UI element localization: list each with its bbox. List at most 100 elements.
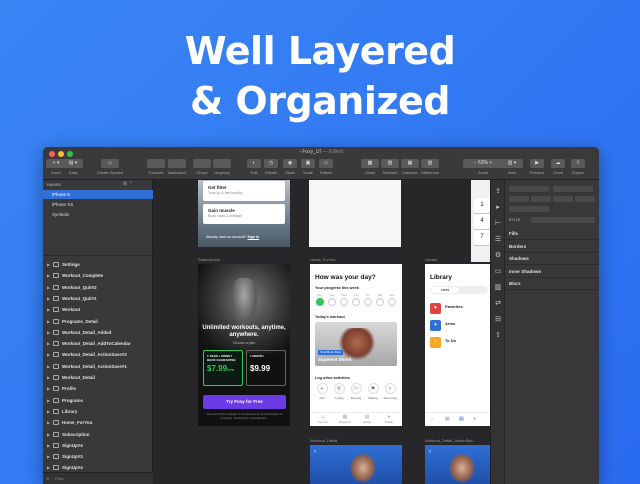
- zoom-control[interactable]: − 63% +: [463, 159, 503, 168]
- disclosure-icon[interactable]: ▶: [47, 361, 50, 372]
- layout-icon[interactable]: ▥: [494, 284, 502, 292]
- inspector-row[interactable]: Borders: [505, 241, 599, 253]
- ungroup-button[interactable]: [213, 159, 231, 168]
- filter-input[interactable]: Filter: [55, 476, 64, 481]
- artboard-blank[interactable]: [309, 180, 401, 247]
- filter-bar[interactable]: ⊜ Filter: [43, 472, 153, 484]
- disclosure-icon[interactable]: ▶: [47, 349, 50, 360]
- export-button[interactable]: ⇧: [571, 159, 585, 168]
- artboard-subscription[interactable]: Unlimited workouts, anytime, anywhere. C…: [198, 264, 290, 426]
- layer-item[interactable]: ▶ Workout_Detail_ActionSave#1: [43, 361, 153, 372]
- disclosure-icon[interactable]: ▶: [47, 259, 50, 270]
- add-page-icon[interactable]: ⊞ ⌃: [123, 181, 133, 187]
- cloud-button[interactable]: ☁: [551, 159, 565, 168]
- scale-button[interactable]: ▣: [301, 159, 315, 168]
- mask-button[interactable]: ◉: [283, 159, 297, 168]
- disclosure-icon[interactable]: ▶: [47, 395, 50, 406]
- backward-button[interactable]: [168, 159, 186, 168]
- back-icon[interactable]: ‹: [429, 449, 431, 455]
- library-segment[interactable]: LISTS: [430, 286, 488, 294]
- tab-library-icon[interactable]: ▤: [459, 416, 464, 422]
- layer-item[interactable]: ▶ Programs: [43, 395, 153, 406]
- flatten-button[interactable]: ▭: [319, 159, 333, 168]
- width-field[interactable]: [553, 196, 573, 202]
- disclosure-icon[interactable]: ▶: [47, 293, 50, 304]
- create-symbol-button[interactable]: ◇: [101, 159, 119, 168]
- export-panel-icon[interactable]: ⇪: [494, 188, 502, 196]
- tab-programs-icon[interactable]: ▦: [445, 416, 450, 422]
- activity-item[interactable]: ⚑ Walking: [366, 383, 380, 405]
- option-gain-muscle[interactable]: Gain muscle Build mass & strength: [203, 204, 285, 224]
- artboard-workout-detail[interactable]: ‹: [310, 445, 402, 484]
- layer-item[interactable]: ▶ Workout_Quit#1: [43, 293, 153, 304]
- disclosure-icon[interactable]: ▶: [47, 406, 50, 417]
- disclosure-icon[interactable]: ▶: [47, 270, 50, 281]
- layer-item[interactable]: ▶ Subscription: [43, 429, 153, 440]
- layer-item[interactable]: ▶ Programs_Detail: [43, 316, 153, 327]
- layer-item[interactable]: ▶ Workout_Detail_ActionSave#2: [43, 349, 153, 360]
- plan-monthly[interactable]: 1 MONTH $9.99: [246, 350, 286, 386]
- artboard-home-foryou[interactable]: How was your day? Your progress this wee…: [310, 264, 402, 426]
- rotation-field[interactable]: [509, 206, 549, 212]
- label-subscription[interactable]: Subscription: [198, 257, 220, 262]
- activity-item[interactable]: ≈ Swimming: [383, 383, 397, 405]
- disclosure-icon[interactable]: ▶: [47, 316, 50, 327]
- disclosure-icon[interactable]: ▶: [47, 451, 50, 462]
- artboard-keypad-panel[interactable]: 1234567890⌫: [471, 180, 490, 262]
- page-item[interactable]: iPhone 8: [43, 190, 153, 199]
- keypad-key[interactable]: 7: [474, 230, 490, 245]
- forward-button[interactable]: [147, 159, 165, 168]
- canvas[interactable]: Get fitter Tone up & feel healthy Gain m…: [153, 180, 490, 484]
- disclosure-icon[interactable]: ▶: [47, 417, 50, 428]
- library-item[interactable]: ✓ To Do: [430, 336, 488, 350]
- tab-for-you-icon[interactable]: ⌂: [431, 416, 434, 422]
- union-button[interactable]: ▩: [361, 159, 379, 168]
- subtract-button[interactable]: ▨: [381, 159, 399, 168]
- label-workout-detail-action[interactable]: Workout_Detail_ActionSav...: [425, 438, 476, 443]
- library-item[interactable]: ✦ Arms: [430, 319, 488, 333]
- layer-item[interactable]: ▶ Home_ForYou: [43, 417, 153, 428]
- layer-item[interactable]: ▶ SignUp#3: [43, 451, 153, 462]
- keypad-key[interactable]: 1: [474, 198, 490, 213]
- tab-profile-icon[interactable]: ●: [473, 416, 476, 422]
- flip-icon[interactable]: ⇄: [494, 300, 502, 308]
- artboard-signup[interactable]: Get fitter Tone up & feel healthy Gain m…: [198, 180, 290, 247]
- inspector-row[interactable]: Shadows: [505, 253, 599, 265]
- disclosure-icon[interactable]: ▶: [47, 383, 50, 394]
- boolean-icon[interactable]: ⊟: [494, 316, 502, 324]
- artboard-workout-detail-action[interactable]: ‹: [425, 445, 490, 484]
- segment-lists[interactable]: LISTS: [431, 287, 459, 293]
- workout-card[interactable]: Total Body Burn Superset Shred: [315, 322, 397, 366]
- x-field[interactable]: [509, 196, 529, 202]
- align-icon[interactable]: ⊢: [494, 220, 502, 228]
- preview-button[interactable]: ▶: [530, 159, 544, 168]
- activity-item[interactable]: ⚲ Cycling: [332, 383, 346, 405]
- group-button[interactable]: [193, 159, 211, 168]
- share-icon[interactable]: ⇧: [494, 332, 502, 340]
- layer-item[interactable]: ▶ Workout_Quit#2: [43, 282, 153, 293]
- style-select[interactable]: [531, 217, 595, 223]
- prototype-icon[interactable]: ▸: [494, 204, 502, 212]
- activity-item[interactable]: ⚐ Running: [349, 383, 363, 405]
- page-item[interactable]: Symbols: [43, 210, 153, 219]
- label-library[interactable]: Library: [425, 257, 437, 262]
- disclosure-icon[interactable]: ▶: [47, 372, 50, 383]
- distribute-field[interactable]: [553, 186, 593, 192]
- back-icon[interactable]: ‹: [314, 449, 316, 455]
- inspector-row[interactable]: Inner Shadows: [505, 266, 599, 278]
- layer-item[interactable]: ▶ Library: [43, 406, 153, 417]
- inspector-row[interactable]: Fills: [505, 228, 599, 240]
- signin-link[interactable]: Sign In: [247, 235, 259, 239]
- plan-yearly[interactable]: 1 YEAR + MONEY BACK GUARANTEE $7.99/mo: [203, 350, 243, 386]
- label-workout-detail[interactable]: Workout_Detail: [310, 438, 337, 443]
- layer-item[interactable]: ▶ Workout_Detail_AddToCalendar: [43, 338, 153, 349]
- artboard-library[interactable]: Library LISTS ♥ Favorites ✦ Arms ✓ To Do ⌂ ▦ …: [425, 264, 490, 426]
- edit-button[interactable]: ◐: [247, 159, 261, 168]
- try-free-button[interactable]: Try Foxy for Free: [203, 395, 286, 409]
- resize-icon[interactable]: ▭: [494, 268, 502, 276]
- data-button[interactable]: ▤ ▾: [63, 159, 83, 168]
- layer-item[interactable]: ▶ Workout: [43, 304, 153, 315]
- home-tab[interactable]: ▤ Library: [357, 414, 377, 426]
- disclosure-icon[interactable]: ▶: [47, 282, 50, 293]
- layer-item[interactable]: ▶ Workout_Detail_Added: [43, 327, 153, 338]
